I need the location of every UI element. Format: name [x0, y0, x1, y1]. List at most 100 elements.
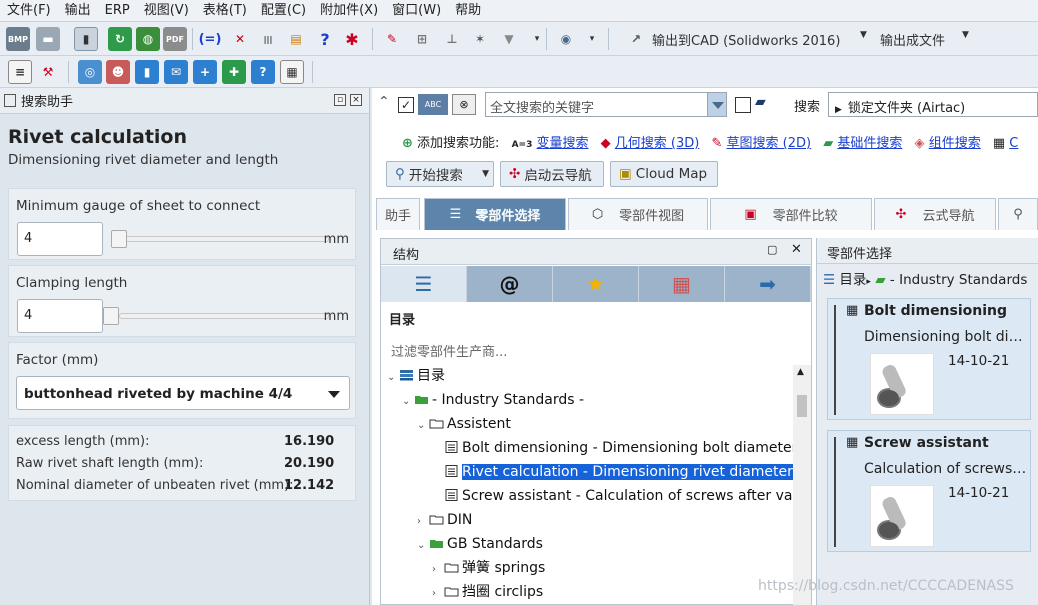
- at-view-icon[interactable]: @: [467, 266, 553, 302]
- export-folder-icon[interactable]: ➡: [725, 266, 811, 302]
- manufacturer-filter-input[interactable]: 过滤零部件生产商...: [391, 341, 507, 360]
- cylinder-icon[interactable]: ◉: [554, 27, 578, 51]
- tree-node[interactable]: ⌄ GB Standards: [417, 533, 543, 555]
- var-search-link[interactable]: 变量搜索: [537, 136, 589, 151]
- magic-wand-icon[interactable]: ✶: [468, 27, 492, 51]
- search-dropdown[interactable]: [707, 92, 727, 117]
- cad-export-icon[interactable]: ↗: [624, 27, 648, 51]
- geo-search-link[interactable]: 几何搜索 (3D): [615, 136, 700, 151]
- wrench-icon[interactable]: ⚒: [36, 60, 60, 84]
- tree-scrollbar[interactable]: ▲: [793, 365, 811, 605]
- puzzle-icon[interactable]: ✱: [340, 27, 364, 51]
- part-search-icon[interactable]: ◎: [78, 60, 102, 84]
- barcode-icon[interactable]: |||: [256, 27, 280, 51]
- car-icon[interactable]: ▬: [36, 27, 60, 51]
- menu-table[interactable]: 表格(T): [196, 0, 254, 22]
- base-search-link[interactable]: 基础件搜索: [837, 136, 902, 151]
- filter-icon[interactable]: ▼: [497, 27, 521, 51]
- slider-handle[interactable]: [111, 230, 127, 248]
- menu-window[interactable]: 窗口(W): [385, 0, 448, 22]
- tree-node[interactable]: Screw assistant - Calculation of screws …: [432, 485, 793, 507]
- chevron-down-icon[interactable]: ⌄: [402, 391, 414, 413]
- paint-icon[interactable]: ✎: [380, 27, 404, 51]
- table-icon[interactable]: ▦: [280, 60, 304, 84]
- phone-icon[interactable]: ▮: [74, 27, 98, 51]
- chevron-right-icon[interactable]: ›: [432, 583, 444, 605]
- refresh-icon[interactable]: ↻: [108, 27, 132, 51]
- tab-search[interactable]: ⚲: [998, 198, 1038, 230]
- tree-icon[interactable]: ⊞: [410, 27, 434, 51]
- menu-addons[interactable]: 附加件(X): [313, 0, 385, 22]
- breadcrumb-std[interactable]: - Industry Standards: [890, 272, 1027, 288]
- tree-node[interactable]: Rivet calculation - Dimensioning rivet d…: [432, 461, 793, 483]
- clamping-slider[interactable]: [119, 313, 329, 319]
- export-cad-button[interactable]: 输出到CAD (Solidworks 2016): [652, 30, 840, 49]
- tab-cloud-nav[interactable]: ✣ 云式导航: [874, 198, 996, 230]
- chevron-down-icon[interactable]: ⌄: [417, 535, 429, 557]
- close-icon[interactable]: ✕: [791, 242, 802, 257]
- search-input[interactable]: 全文搜索的关键字: [485, 92, 727, 117]
- help-icon[interactable]: ?: [313, 27, 337, 51]
- breadcrumb-dir[interactable]: 目录: [839, 272, 866, 288]
- collapse-icon[interactable]: ⌃: [378, 94, 390, 110]
- scroll-up-icon[interactable]: ▲: [797, 367, 804, 377]
- more-search-link[interactable]: C: [1009, 136, 1018, 151]
- start-search-button[interactable]: ⚲ 开始搜索 ▼: [386, 161, 494, 187]
- chevron-down-icon[interactable]: ⌄: [417, 415, 429, 437]
- bmp-icon[interactable]: BMP: [6, 27, 30, 51]
- menu-help[interactable]: 帮助: [448, 0, 488, 22]
- catalog-view-icon[interactable]: ☰: [381, 266, 467, 302]
- favorites-star-icon[interactable]: ★: [553, 266, 639, 302]
- chevron-down-icon[interactable]: ⌄: [387, 367, 399, 389]
- chart-error-icon[interactable]: ✕: [228, 27, 252, 51]
- add-part-icon[interactable]: ✚: [222, 60, 246, 84]
- calendar-icon[interactable]: ▦: [639, 266, 725, 302]
- cloud-nav-button[interactable]: ✣ 启动云导航: [500, 161, 604, 187]
- tree-node[interactable]: › DIN: [417, 509, 472, 531]
- close-icon[interactable]: ×: [350, 94, 362, 106]
- tree-node[interactable]: › 弹簧 springs: [432, 557, 545, 579]
- maximize-icon[interactable]: ▢: [767, 243, 777, 256]
- database-icon[interactable]: ▮: [135, 60, 159, 84]
- clamping-input[interactable]: 4: [17, 299, 103, 333]
- globe-icon[interactable]: ◍: [136, 27, 160, 51]
- cloud-map-button[interactable]: ▣ Cloud Map: [610, 161, 718, 187]
- scroll-thumb[interactable]: [797, 395, 807, 417]
- chevron-down-icon[interactable]: ▼: [962, 30, 969, 40]
- chevron-right-icon[interactable]: ›: [417, 511, 429, 533]
- chevron-right-icon[interactable]: ›: [432, 559, 444, 581]
- pdf-icon[interactable]: PDF: [163, 27, 187, 51]
- tree-node[interactable]: › 挡圈 circlips: [432, 581, 543, 603]
- abc-toggle[interactable]: ABC: [418, 94, 448, 115]
- sketch-search-link[interactable]: 草图搜索 (2D): [727, 136, 812, 151]
- menu-file[interactable]: 文件(F): [0, 0, 58, 22]
- menu-view[interactable]: 视图(V): [137, 0, 196, 22]
- database-mail-icon[interactable]: ✉: [164, 60, 188, 84]
- export-file-button[interactable]: 输出成文件: [880, 30, 945, 49]
- database-add-icon[interactable]: +: [193, 60, 217, 84]
- lock-checkbox[interactable]: [735, 97, 751, 113]
- tab-part-compare[interactable]: ▣ 零部件比较: [710, 198, 872, 230]
- tab-part-selection[interactable]: ☰ 零部件选择: [424, 198, 566, 230]
- part-card[interactable]: ▦ Screw assistant Calculation of screws …: [827, 430, 1031, 552]
- binoculars-icon[interactable]: ⊗: [452, 94, 476, 115]
- document-icon[interactable]: ▤: [284, 27, 308, 51]
- list-icon[interactable]: ≡: [8, 60, 32, 84]
- tree-node[interactable]: ⌄ 目录: [387, 365, 445, 387]
- min-gauge-input[interactable]: 4: [17, 222, 103, 256]
- part-card[interactable]: ▦ Bolt dimensioning Dimensioning bolt di…: [827, 298, 1031, 420]
- tab-assistant[interactable]: 助手: [376, 198, 420, 230]
- formula-icon[interactable]: (=): [198, 27, 222, 51]
- network-icon[interactable]: ⊥: [440, 27, 464, 51]
- factor-select[interactable]: buttonhead riveted by machine 4/4: [16, 376, 350, 410]
- restore-icon[interactable]: ▫: [334, 94, 346, 106]
- database-help-icon[interactable]: ?: [251, 60, 275, 84]
- slider-handle[interactable]: [103, 307, 119, 325]
- chevron-down-icon[interactable]: ▼: [860, 30, 867, 40]
- tree-node[interactable]: Bolt dimensioning - Dimensioning bolt di…: [432, 437, 793, 459]
- users-icon[interactable]: ☻: [106, 60, 130, 84]
- tree-node[interactable]: ⌄ Assistent: [417, 413, 511, 435]
- menu-erp[interactable]: ERP: [98, 0, 137, 22]
- search-checkbox[interactable]: ✓: [398, 97, 414, 113]
- assembly-search-link[interactable]: 组件搜索: [929, 136, 981, 151]
